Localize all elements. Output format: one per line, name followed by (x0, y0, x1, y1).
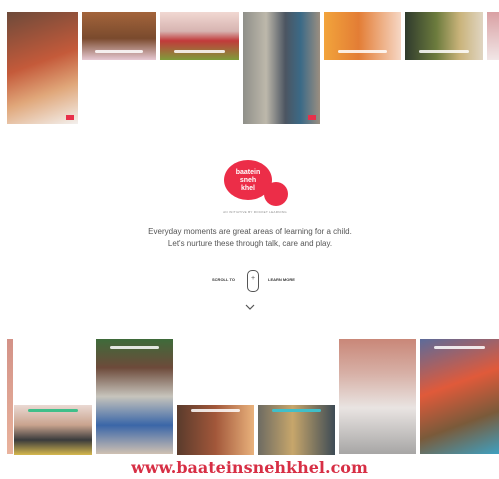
scroll-prompt[interactable]: SCROLL TO + LEARN MORE (200, 270, 310, 292)
hero-tagline-line1: Everyday moments are great areas of lear… (148, 227, 352, 236)
brand-logo[interactable]: baatein sneh khel (224, 160, 288, 208)
tile-caption-bar (109, 345, 160, 349)
photo-tile[interactable] (405, 12, 483, 60)
photo-tile[interactable] (324, 12, 401, 60)
tile-caption-bar (95, 50, 143, 54)
tile-caption-bar (419, 50, 469, 54)
photo-tile[interactable] (339, 339, 416, 454)
photo-tile[interactable] (243, 12, 320, 124)
tile-caption-bar (271, 409, 322, 412)
tile-badge (308, 115, 316, 120)
photo-tile[interactable] (420, 339, 499, 454)
photo-tile[interactable] (14, 405, 92, 455)
mouse-icon: + (247, 270, 259, 292)
logo-bubble-small (264, 182, 288, 206)
photo-tile[interactable] (7, 12, 78, 124)
website-url[interactable]: www.baateinsnehkhel.com (0, 458, 499, 477)
photo-tile[interactable] (82, 12, 156, 60)
tile-caption-bar (174, 50, 225, 54)
photo-tile[interactable] (258, 405, 335, 455)
scroll-label-right: LEARN MORE (268, 277, 295, 282)
scroll-label-left: SCROLL TO (212, 277, 235, 282)
chevron-down-icon[interactable] (245, 302, 255, 312)
photo-tile[interactable] (487, 12, 499, 60)
logo-text-line2: sneh (239, 177, 257, 184)
tile-caption-bar (337, 50, 388, 54)
photo-tile[interactable] (177, 405, 254, 455)
tile-caption-bar (28, 409, 78, 412)
tile-caption-bar (434, 345, 485, 349)
tile-caption-bar (190, 409, 241, 412)
hero-tagline-line2: Let's nurture these through talk, care a… (167, 239, 333, 248)
logo-text-line1: baatein (235, 169, 261, 176)
photo-tile[interactable] (160, 12, 239, 60)
photo-tile[interactable] (7, 339, 13, 454)
sub-tagline: AN INITIATIVE BY ROCKET LEARNING (223, 210, 287, 214)
photo-tile[interactable] (96, 339, 173, 454)
tile-badge (66, 115, 74, 120)
